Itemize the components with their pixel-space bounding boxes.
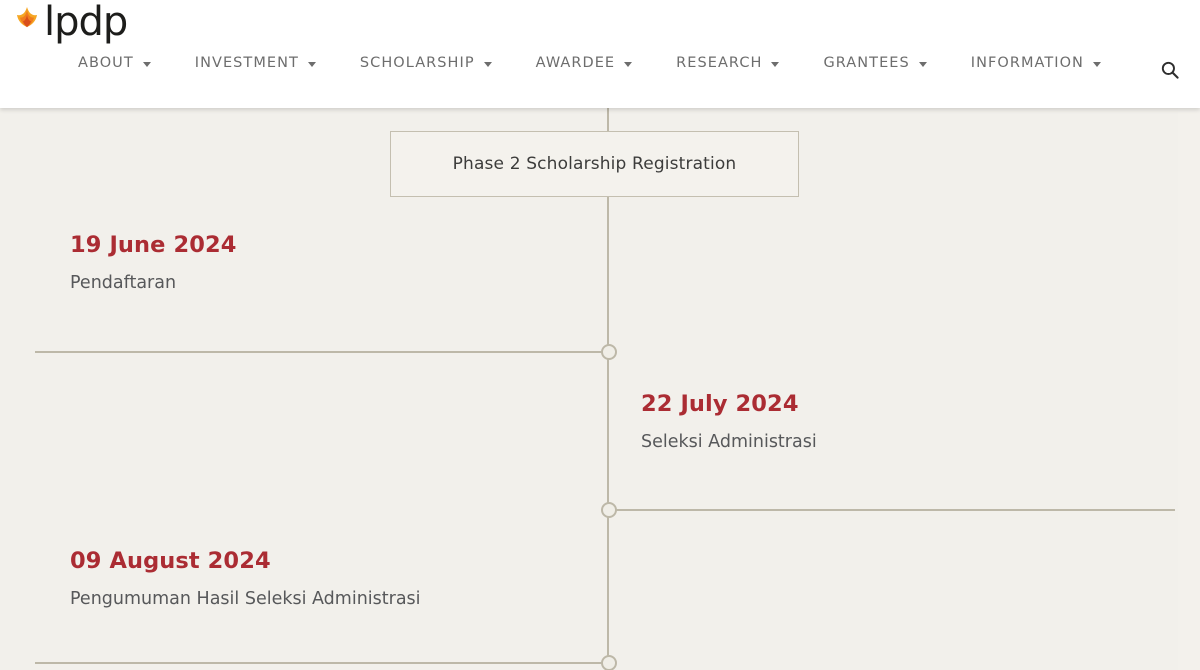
chevron-down-icon xyxy=(918,61,927,67)
connector-line-1 xyxy=(35,351,608,353)
chevron-down-icon xyxy=(771,61,780,67)
timeline-node-3 xyxy=(601,655,617,670)
chevron-down-icon xyxy=(483,61,492,67)
timeline-node-2 xyxy=(601,502,617,518)
chevron-down-icon xyxy=(1092,61,1101,67)
connector-line-3 xyxy=(35,662,608,664)
nav-label: INVESTMENT xyxy=(194,55,299,71)
timeline-entry-date: 09 August 2024 xyxy=(70,548,271,574)
chevron-down-icon xyxy=(624,61,633,67)
chevron-down-icon xyxy=(142,61,151,67)
nav-label: AWARDEE xyxy=(535,55,616,71)
timeline-entry-1: 19 June 2024 Pendaftaran xyxy=(70,232,236,295)
nav-label: ABOUT xyxy=(78,55,134,71)
timeline-heading-box: Phase 2 Scholarship Registration xyxy=(390,131,799,197)
right-panel-edge xyxy=(1178,108,1200,670)
connector-line-2 xyxy=(607,509,1175,511)
chevron-down-icon xyxy=(307,61,316,67)
nav-item-information[interactable]: INFORMATION xyxy=(971,55,1101,71)
nav-item-about[interactable]: ABOUT xyxy=(78,55,151,71)
site-header: lpdp ABOUT INVESTMENT SCHOLARSHIP AWARDE… xyxy=(0,0,1200,108)
timeline-entry-description: Pendaftaran xyxy=(70,273,177,293)
nav-label: SCHOLARSHIP xyxy=(359,55,475,71)
timeline-entry-2: 22 July 2024 Seleksi Administrasi xyxy=(641,391,817,454)
nav-label: GRANTEES xyxy=(823,55,910,71)
timeline-entry-date: 19 June 2024 xyxy=(70,232,237,258)
timeline-entry-3: 09 August 2024 Pengumuman Hasil Seleksi … xyxy=(70,548,421,611)
nav-item-grantees[interactable]: GRANTEES xyxy=(823,55,927,71)
nav-item-investment[interactable]: INVESTMENT xyxy=(195,55,316,71)
nav-label: INFORMATION xyxy=(970,55,1084,71)
timeline-node-1 xyxy=(601,344,617,360)
timeline-entry-date: 22 July 2024 xyxy=(641,391,799,417)
nav-item-research[interactable]: RESEARCH xyxy=(676,55,780,71)
flame-icon xyxy=(17,7,37,28)
timeline-heading-label: Phase 2 Scholarship Registration xyxy=(452,154,737,174)
site-logo[interactable]: lpdp xyxy=(12,0,128,45)
search-icon xyxy=(1161,61,1179,79)
nav-item-scholarship[interactable]: SCHOLARSHIP xyxy=(360,55,492,71)
nav-item-awardee[interactable]: AWARDEE xyxy=(536,55,633,71)
main-navigation: ABOUT INVESTMENT SCHOLARSHIP AWARDEE RES… xyxy=(78,55,1101,71)
timeline-section: Phase 2 Scholarship Registration 19 June… xyxy=(0,108,1200,670)
timeline-entry-description: Pengumuman Hasil Seleksi Administrasi xyxy=(70,589,421,609)
timeline-entry-description: Seleksi Administrasi xyxy=(641,432,817,452)
nav-label: RESEARCH xyxy=(676,55,763,71)
search-button[interactable] xyxy=(1160,60,1180,80)
logo-wordmark: lpdp xyxy=(44,0,128,45)
